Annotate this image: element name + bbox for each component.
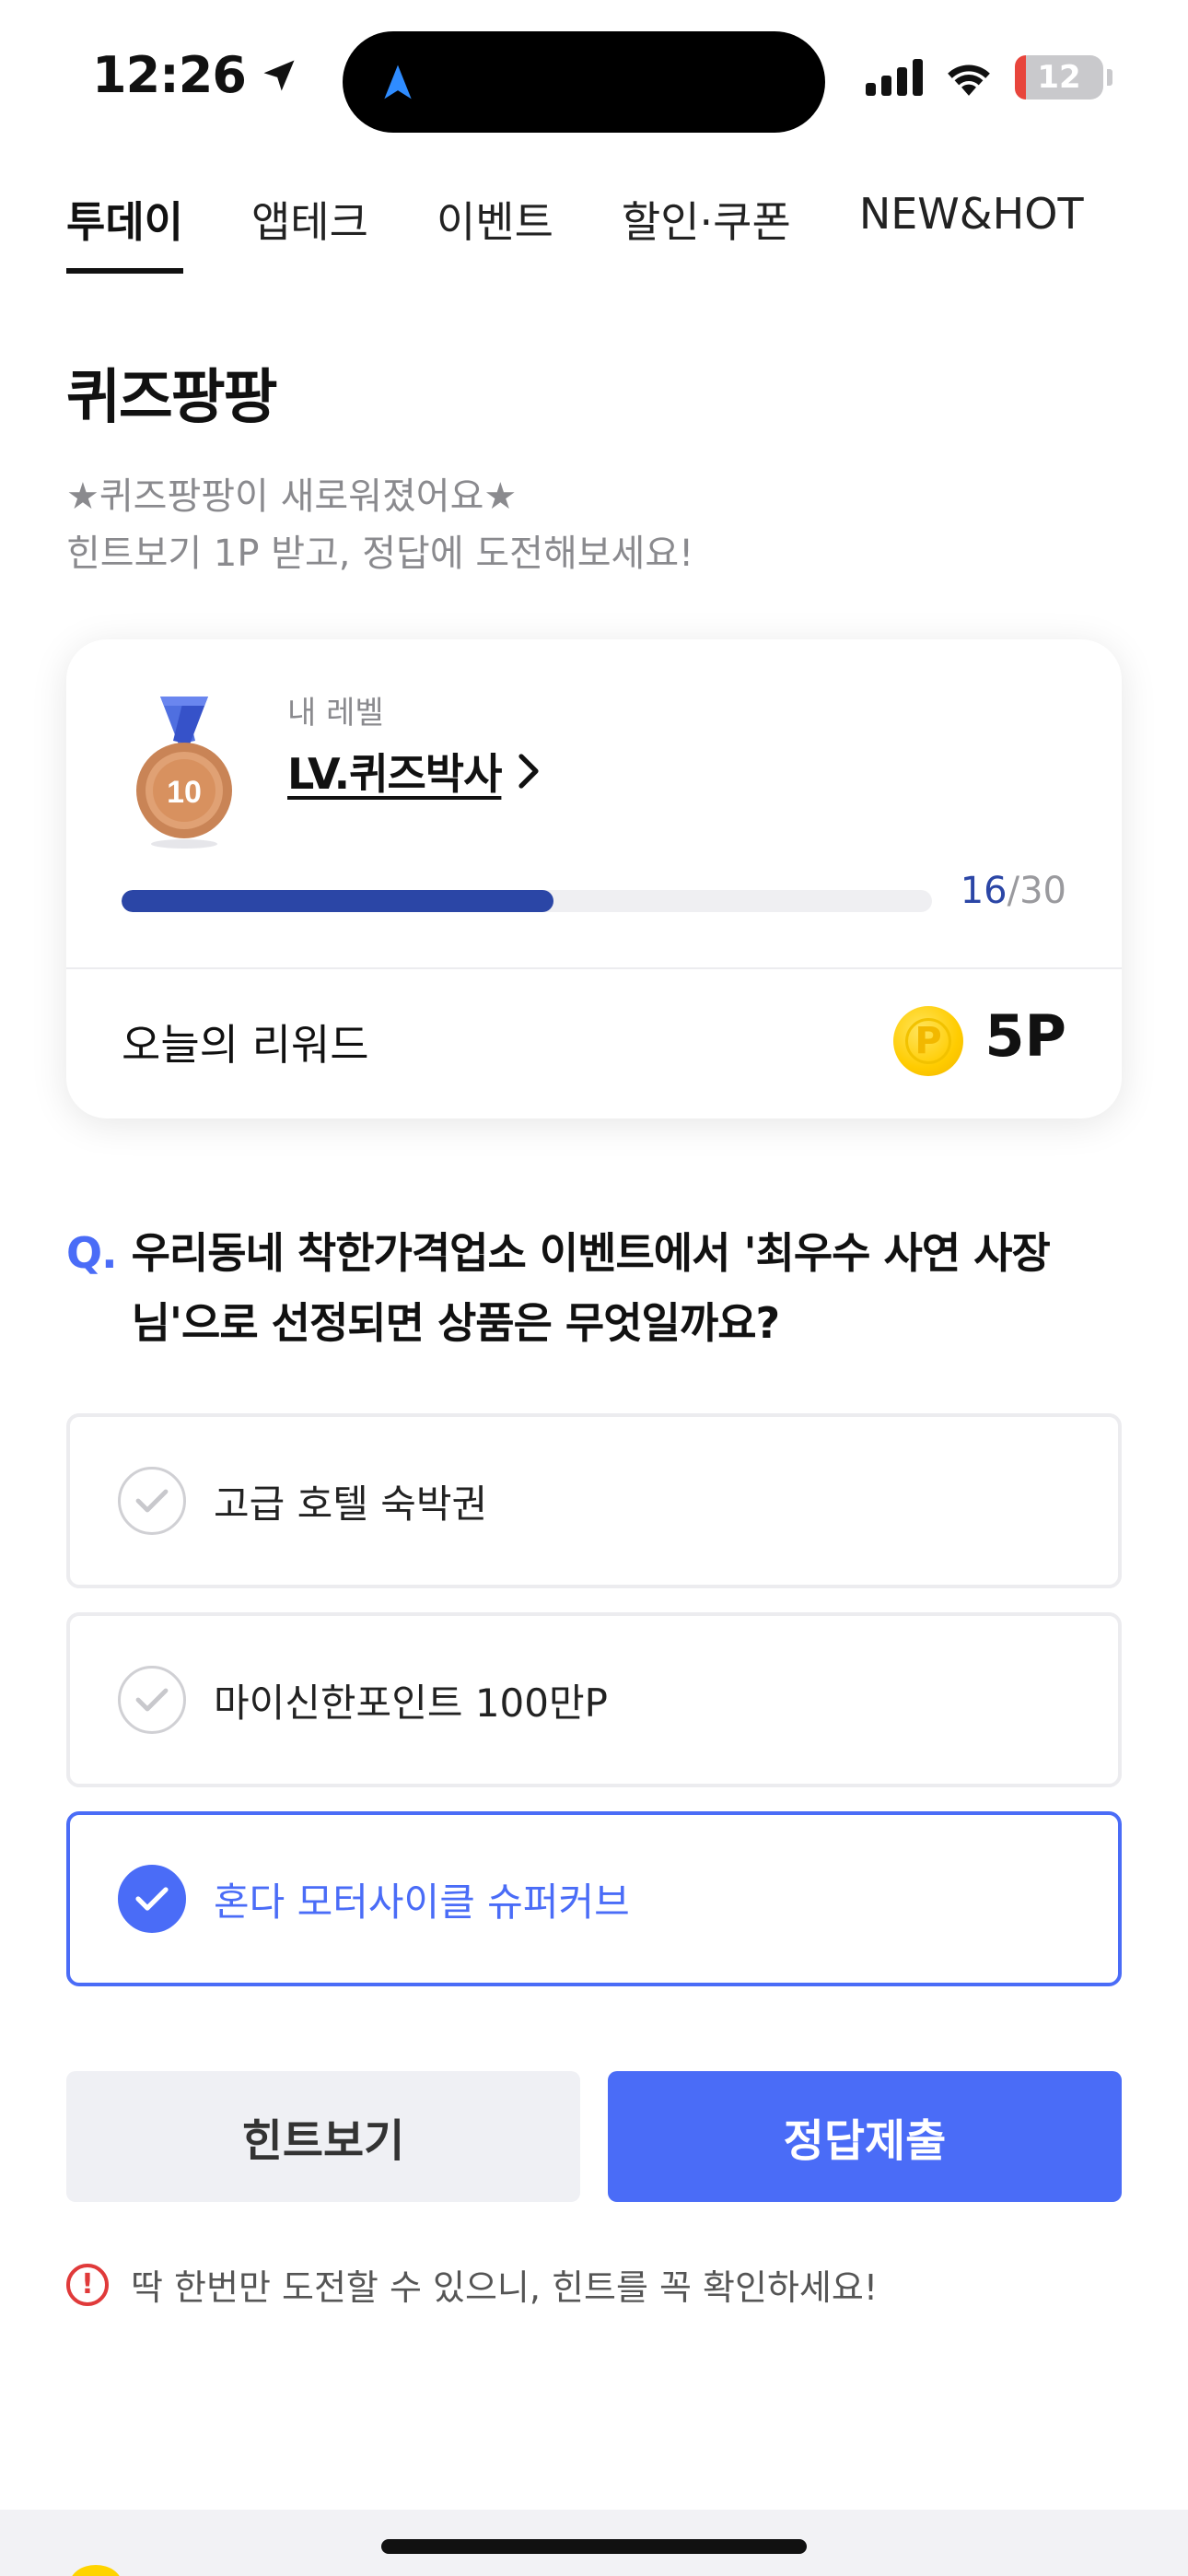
- notice: ! 딱 한번만 도전할 수 있으니, 힌트를 꼭 확인하세요!: [66, 2259, 878, 2310]
- navigation-arrow-icon: [384, 64, 412, 100]
- status-time-text: 12:26: [92, 46, 247, 104]
- answer-option-label: 고급 호텔 숙박권: [214, 1481, 488, 1527]
- answer-option-label: 혼다 모터사이클 슈퍼커브: [214, 1879, 630, 1925]
- reward-label: 오늘의 리워드: [122, 1020, 369, 1070]
- check-circle-icon: [118, 1467, 186, 1535]
- battery-level: 12: [1037, 59, 1081, 96]
- battery-icon: 12: [1015, 55, 1103, 100]
- quiz-question: Q. 우리동네 착한가격업소 이벤트에서 '최우수 사연 사장님'으로 선정되면…: [66, 1218, 1122, 1358]
- submit-answer-button[interactable]: 정답제출: [608, 2071, 1122, 2202]
- progress-current: 16: [960, 870, 1007, 912]
- subtitle-line-1: ★퀴즈팡팡이 새로워졌어요★: [66, 475, 518, 518]
- tab-apptech[interactable]: 앱테크: [251, 189, 368, 274]
- status-bar: 12:26 12: [0, 0, 1188, 157]
- dynamic-island: [343, 31, 825, 133]
- hint-button[interactable]: 힌트보기: [66, 2071, 580, 2202]
- cellular-signal-icon: [866, 59, 923, 96]
- answer-option-1[interactable]: 고급 호텔 숙박권: [66, 1413, 1122, 1588]
- progress-separator: /: [1007, 870, 1020, 912]
- page-title: 퀴즈팡팡: [66, 364, 278, 432]
- warning-icon: !: [66, 2263, 109, 2306]
- question-text: 우리동네 착한가격업소 이벤트에서 '최우수 사연 사장님'으로 선정되면 상품…: [131, 1228, 1051, 1348]
- chevron-right-icon: [518, 754, 540, 789]
- reward-value: 5P: [984, 1002, 1066, 1070]
- coin-symbol: P: [905, 1018, 951, 1064]
- level-card: 10 내 레벨 LV.퀴즈박사 16/30 오늘의 리워드 P 5P: [66, 639, 1122, 1118]
- page-subtitle: ★퀴즈팡팡이 새로워졌어요★ 힌트보기 1P 받고, 정답에 도전해보세요!: [66, 468, 693, 582]
- check-circle-icon: [118, 1666, 186, 1734]
- level-name: LV.퀴즈박사: [287, 749, 502, 799]
- battery-fill: [1015, 55, 1026, 100]
- level-progress-fill: [122, 890, 554, 912]
- battery-tip: [1107, 69, 1112, 86]
- level-progress-text: 16/30: [961, 870, 1066, 912]
- level-caption: 내 레벨: [287, 695, 384, 732]
- answer-option-3[interactable]: 혼다 모터사이클 슈퍼커브: [66, 1811, 1122, 1986]
- top-tabs: 투데이 앱테크 이벤트 할인·쿠폰 NEW&HOT: [66, 189, 1084, 274]
- answer-option-2[interactable]: 마이신한포인트 100만P: [66, 1612, 1122, 1787]
- tab-discount-coupon[interactable]: 할인·쿠폰: [622, 189, 791, 274]
- tab-event[interactable]: 이벤트: [437, 189, 553, 274]
- level-name-link[interactable]: LV.퀴즈박사: [287, 741, 542, 802]
- bronze-medal-icon: 10: [136, 697, 232, 849]
- status-indicators: 12: [866, 55, 1112, 100]
- notice-text: 딱 한번만 도전할 수 있으니, 힌트를 꼭 확인하세요!: [131, 2267, 879, 2308]
- answer-option-label: 마이신한포인트 100만P: [214, 1680, 608, 1726]
- medal-number: 10: [167, 775, 202, 810]
- card-divider: [66, 967, 1122, 969]
- check-circle-selected-icon: [118, 1865, 186, 1933]
- subtitle-line-2: 힌트보기 1P 받고, 정답에 도전해보세요!: [66, 533, 694, 575]
- wifi-icon: [948, 64, 990, 96]
- tab-new-hot[interactable]: NEW&HOT: [859, 189, 1084, 274]
- question-mark-label: Q.: [66, 1228, 118, 1278]
- home-indicator[interactable]: [381, 2539, 807, 2554]
- level-progress-bar: [122, 890, 932, 912]
- progress-total: 30: [1019, 870, 1066, 912]
- point-coin-icon: P: [893, 1006, 963, 1076]
- status-time: 12:26: [92, 46, 299, 104]
- tab-today[interactable]: 투데이: [66, 189, 183, 274]
- location-arrow-icon: [263, 60, 295, 90]
